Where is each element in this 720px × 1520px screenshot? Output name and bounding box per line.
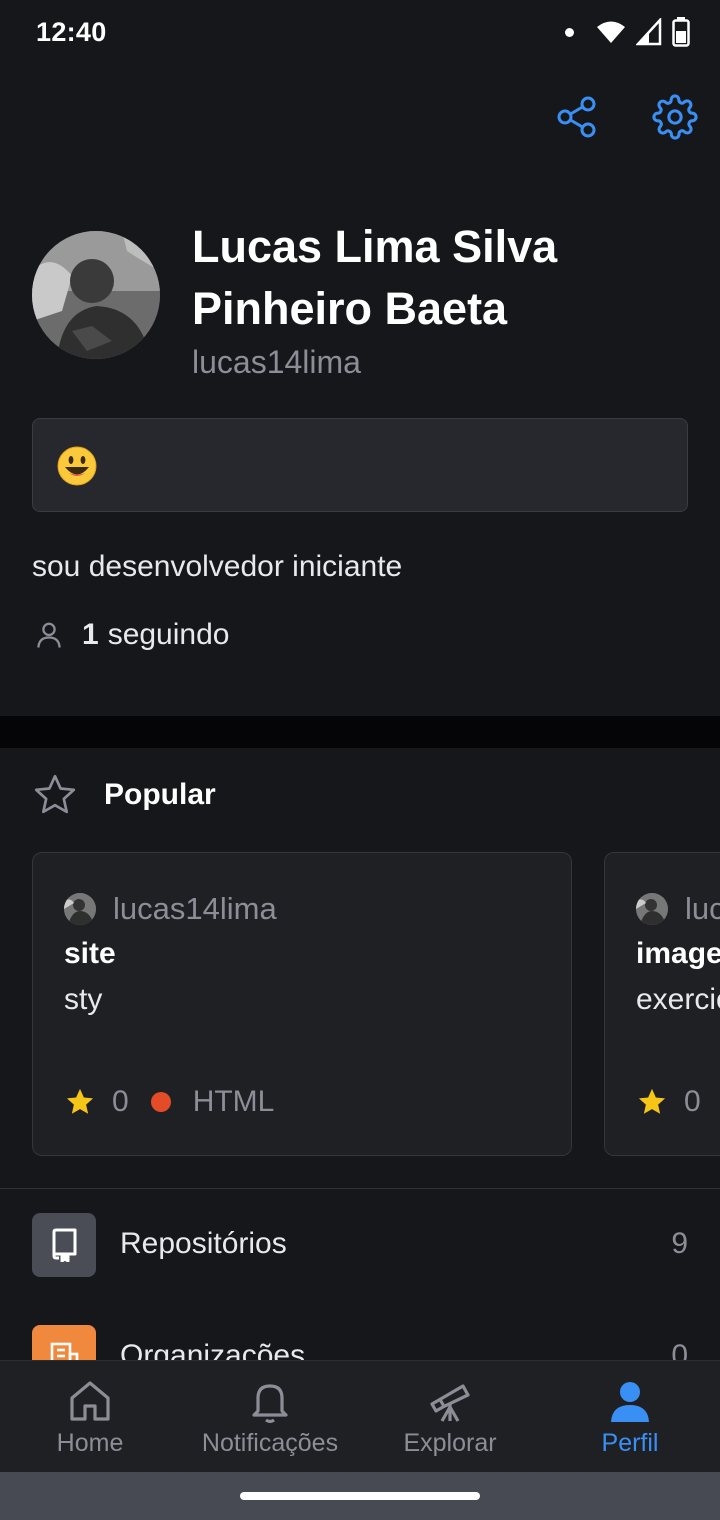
status-emoji [57, 446, 97, 486]
menu-item-count: 9 [671, 1227, 688, 1260]
repo-meta: 0 HTML [64, 1085, 274, 1119]
repo-owner-name: lucas14lima [113, 891, 277, 926]
share-button[interactable] [554, 94, 600, 140]
profile-menu: Repositórios 9 Organizações 0 [0, 1189, 720, 1360]
nav-label: Notificações [201, 1429, 339, 1457]
menu-item-count: 0 [671, 1339, 688, 1360]
repo-owner-name: lucas14lima [685, 891, 720, 926]
profile-name: Lucas Lima Silva Pinheiro Baeta [192, 221, 558, 334]
repo-owner: lucas14lima [64, 891, 277, 927]
telescope-icon [430, 1384, 470, 1422]
status-bar: 12:40 [0, 0, 720, 64]
home-gesture-handle[interactable] [240, 1492, 480, 1500]
repo-owner: lucas14lima [636, 891, 720, 927]
profile-username: lucas14lima [192, 344, 361, 380]
wifi-icon [597, 21, 625, 43]
following-count: 1 [82, 618, 99, 651]
star-outline-icon [34, 774, 76, 814]
repo-name: imagens [636, 937, 720, 970]
owner-avatar [64, 893, 96, 925]
profile-bio: sou desenvolvedor iniciante [32, 550, 403, 583]
avatar[interactable] [32, 231, 160, 359]
repo-description: exercicio [636, 983, 720, 1016]
repo-icon [32, 1213, 96, 1277]
notification-dot-icon [565, 27, 574, 37]
star-filled-icon [638, 1088, 666, 1114]
following-label: seguindo [107, 618, 230, 651]
profile-actions [554, 94, 698, 140]
repo-card[interactable]: lucas14lima imagens exercicio 0 [604, 852, 720, 1156]
avatar-photo [32, 231, 160, 359]
nav-notifications[interactable]: Notificações [180, 1361, 360, 1473]
star-filled-icon [66, 1088, 94, 1114]
menu-item-repositories[interactable]: Repositórios 9 [0, 1189, 720, 1301]
bottom-nav: Home Notificações Explorar Perfil [0, 1360, 720, 1472]
repo-stars: 0 [684, 1085, 701, 1118]
home-icon [70, 1381, 110, 1421]
system-gesture-area [0, 1472, 720, 1520]
owner-avatar [636, 893, 668, 925]
section-divider [0, 716, 720, 748]
repo-meta: 0 [636, 1085, 701, 1119]
status-icons [565, 14, 690, 50]
menu-item-label: Repositórios [120, 1227, 287, 1260]
popular-header: Popular [32, 772, 216, 818]
person-outline-icon [37, 622, 61, 648]
language-color-dot [150, 1092, 171, 1112]
status-time: 12:40 [36, 17, 107, 47]
bell-icon [252, 1384, 288, 1424]
gear-icon [652, 94, 698, 140]
following-link[interactable]: 1 seguindo [32, 618, 229, 652]
cell-signal-icon [636, 18, 662, 46]
repo-name: site [64, 937, 116, 970]
menu-item-organizations[interactable]: Organizações 0 [0, 1301, 720, 1360]
menu-item-label: Organizações [120, 1339, 306, 1360]
repo-language: HTML [192, 1085, 275, 1118]
nav-profile[interactable]: Perfil [540, 1361, 720, 1473]
organization-icon [32, 1325, 96, 1360]
nav-label: Explorar [403, 1429, 497, 1457]
repo-description: sty [64, 983, 103, 1016]
nav-label: Home [56, 1429, 124, 1457]
popular-carousel[interactable]: lucas14lima site sty 0 HTML lucas14lima … [32, 852, 720, 1156]
repo-stars: 0 [112, 1085, 129, 1118]
share-icon [557, 96, 596, 138]
nav-home[interactable]: Home [0, 1361, 180, 1473]
repo-card[interactable]: lucas14lima site sty 0 HTML [32, 852, 572, 1156]
popular-title: Popular [104, 778, 216, 811]
settings-button[interactable] [652, 94, 698, 140]
smiley-icon [57, 446, 97, 486]
user-status-box[interactable] [32, 418, 688, 512]
nav-explore[interactable]: Explorar [360, 1361, 540, 1473]
battery-icon [672, 17, 690, 47]
person-icon [611, 1382, 649, 1422]
nav-label: Perfil [601, 1429, 659, 1457]
